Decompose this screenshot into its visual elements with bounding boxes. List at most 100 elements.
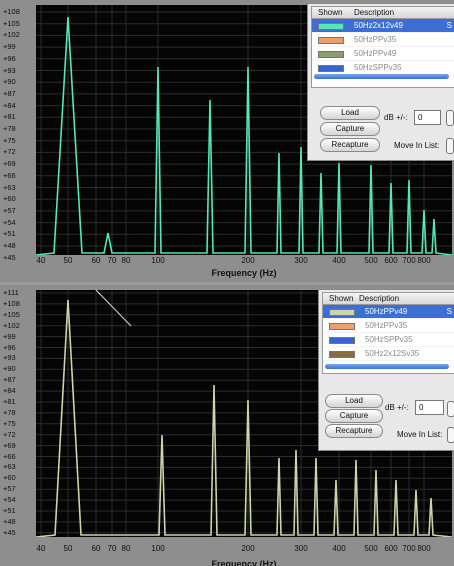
top-y-tick-label: +48 [3,241,16,250]
bottom-recapture-button[interactable]: Recapture [325,424,383,438]
top-truncated-column: S [446,21,452,30]
top-y-tick-label: +102 [3,30,20,40]
bottom-list-row[interactable]: 50Hz2x12Sv35 [323,347,454,361]
bottom-y-tick-label: +69 [3,440,16,450]
top-list-row[interactable]: 50HzPPv49 [312,47,454,61]
bottom-y-tick-label: +51 [3,506,16,515]
top-trace-swatch[interactable] [318,37,344,44]
top-header-shown[interactable]: Shown [318,8,342,17]
bottom-trace-swatch[interactable] [329,323,355,330]
top-spectrum-list-panel: Shown Description 50Hz2x12v49 S 50HzPPv35 5… [307,3,454,161]
top-y-tick-label: +87 [3,88,16,98]
bottom-list-scrollbar[interactable] [325,364,449,369]
bottom-y-tick-label: +111 [3,288,19,297]
bottom-x-tick-label: 40 [36,544,46,553]
bottom-y-tick-label: +96 [3,342,16,352]
bottom-y-tick-label: +84 [3,386,16,396]
top-y-tick-label: +99 [3,42,16,52]
top-y-tick-label: +66 [3,170,16,180]
top-x-axis-title: Frequency (Hz) [211,268,277,278]
bottom-spectrum-list[interactable]: Shown Description 50HzPPv49 S 50HzPPv35 50H… [322,292,454,374]
top-trace-description: 50HzPPv49 [354,49,397,58]
bottom-db-stepper[interactable] [447,401,454,417]
top-db-field[interactable]: 0 [414,110,441,125]
bottom-y-tick-label: +105 [3,309,20,319]
top-y-tick-label: +108 [3,7,20,16]
top-x-tick-label: 40 [36,256,46,265]
bottom-x-tick-label: 100 [151,544,165,553]
top-x-tick-label: 70 [107,256,117,265]
top-spectrum-pane: +108 +105 +102 +99 +96 +93 +90 +87 +84 +81 +78 +75 +… [0,0,454,282]
top-x-tick-label: 100 [151,256,165,265]
top-y-tick-label: +75 [3,135,16,145]
bottom-load-button[interactable]: Load [325,394,383,408]
top-recapture-button[interactable]: Recapture [320,138,380,152]
bottom-trace-swatch[interactable] [329,351,355,358]
bottom-db-label: dB +/-: [385,403,409,412]
top-move-in-list-label: Move In List: [394,141,440,150]
top-header-description[interactable]: Description [354,8,394,17]
bottom-x-tick-label: 50 [63,544,73,553]
top-y-tick-label: +69 [3,159,16,169]
bottom-list-row[interactable]: 50HzSPPv35 [323,333,454,347]
top-y-tick-label: +90 [3,77,16,87]
top-db-stepper[interactable] [446,110,454,126]
bottom-trace-swatch[interactable] [329,337,355,344]
bottom-y-tick-label: +45 [3,527,16,537]
bottom-x-tick-label: 600 [384,544,398,553]
bottom-y-tick-label: +102 [3,320,20,330]
bottom-y-axis-labels: +111 +108 +105 +102 +99 +96 +93 +90 +87 +84 +81 +78… [0,285,36,545]
bottom-spectrum-pane: +111 +108 +105 +102 +99 +96 +93 +90 +87 +84 +81 +78… [0,285,454,566]
bottom-list-header: Shown Description [323,293,454,305]
top-x-axis-labels: 40 50 60 70 80 100 200 300 400 500 600 700 800 [0,256,454,268]
bottom-y-tick-label: +81 [3,397,16,406]
top-db-label: dB +/-: [384,113,408,122]
bottom-x-tick-label: 60 [91,544,101,553]
bottom-list-row[interactable]: 50HzPPv49 S [323,305,454,319]
top-y-tick-label: +54 [3,217,16,227]
top-trace-swatch[interactable] [318,23,344,30]
bottom-y-tick-label: +66 [3,451,16,461]
top-trace-swatch[interactable] [318,51,344,58]
top-x-tick-label: 50 [63,256,73,265]
top-y-tick-label: +93 [3,65,16,75]
top-load-button[interactable]: Load [320,106,380,120]
top-y-axis-labels: +108 +105 +102 +99 +96 +93 +90 +87 +84 +81 +78 +75 +… [0,0,36,262]
top-list-row[interactable]: 50HzSPPv35 [312,61,454,75]
bottom-x-tick-label: 200 [241,544,255,553]
top-list-scrollbar[interactable] [314,74,449,79]
top-x-tick-label: 800 [417,256,431,265]
bottom-trace-description: 50Hz2x12Sv35 [365,349,420,358]
bottom-y-tick-label: +93 [3,353,16,363]
bottom-y-tick-label: +75 [3,418,16,428]
bottom-y-tick-label: +108 [3,298,20,308]
bottom-db-field[interactable]: 0 [415,400,444,415]
bottom-move-stepper[interactable] [447,427,454,443]
bottom-header-description[interactable]: Description [359,294,399,303]
top-move-stepper[interactable] [446,138,454,154]
top-list-row[interactable]: 50HzPPv35 [312,33,454,47]
bottom-header-shown[interactable]: Shown [329,294,353,303]
bottom-capture-button[interactable]: Capture [325,409,383,423]
top-capture-button[interactable]: Capture [320,122,380,136]
top-trace-description: 50Hz2x12v49 [354,21,403,30]
bottom-x-tick-label: 80 [121,544,131,553]
top-list-header: Shown Description [312,7,454,19]
top-y-tick-label: +63 [3,182,16,192]
bottom-y-tick-label: +48 [3,516,16,526]
bottom-truncated-column: S [446,307,452,316]
bottom-x-axis-title: Frequency (Hz) [211,559,277,566]
top-trace-swatch[interactable] [318,65,344,72]
bottom-trace-description: 50HzPPv49 [365,307,408,316]
bottom-y-tick-label: +78 [3,407,16,417]
bottom-y-tick-label: +72 [3,429,16,439]
bottom-move-in-list-label: Move In List: [397,430,443,439]
bottom-list-row[interactable]: 50HzPPv35 [323,319,454,333]
top-x-tick-label: 60 [91,256,101,265]
bottom-trace-swatch[interactable] [329,309,355,316]
top-x-tick-label: 80 [121,256,131,265]
bottom-y-tick-label: +90 [3,364,16,374]
top-list-row[interactable]: 50Hz2x12v49 S [312,19,454,33]
top-x-tick-label: 700 [402,256,416,265]
top-trace-description: 50HzPPv35 [354,35,397,44]
